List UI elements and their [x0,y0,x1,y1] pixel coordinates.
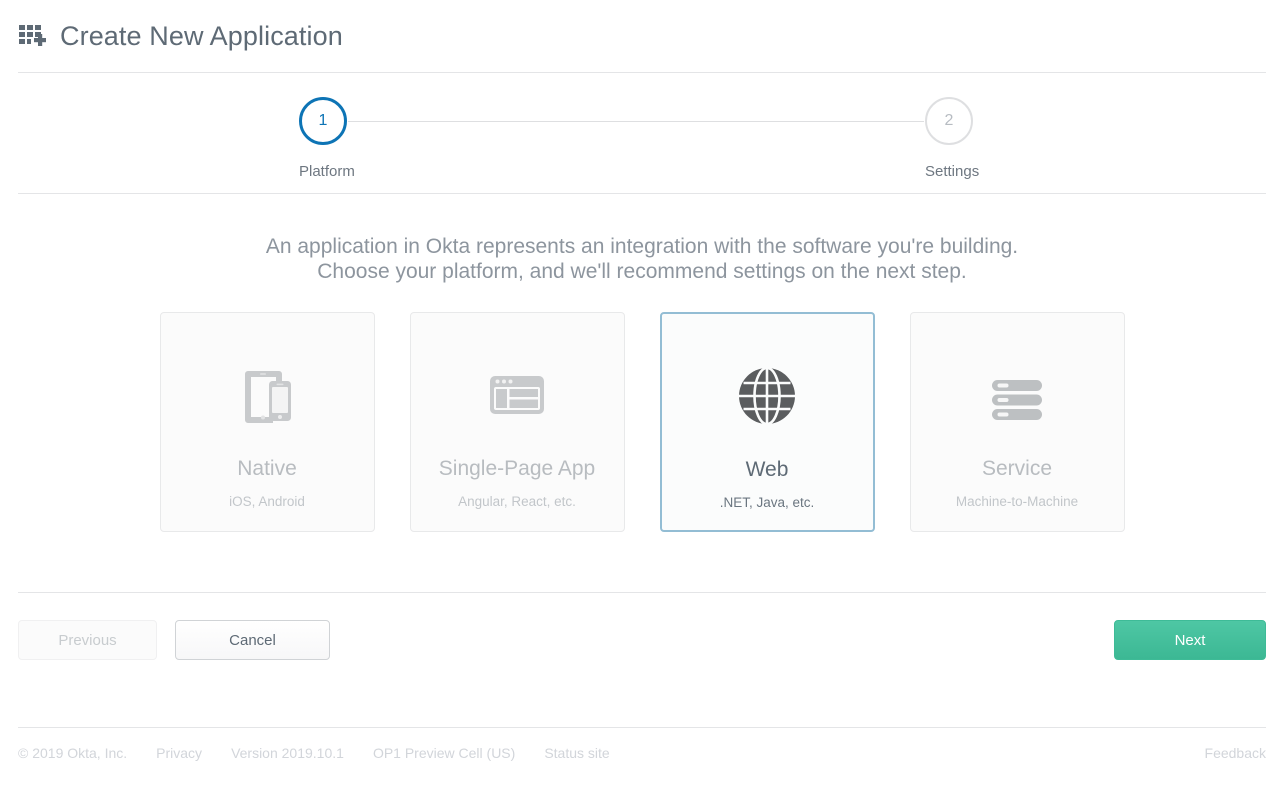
create-new-application-page: Create New Application 1 Platform 2 Sett… [0,0,1284,790]
stepper-connector-line [348,121,924,122]
devices-icon [231,345,303,445]
divider-above-footer [18,727,1266,728]
wizard-button-bar: Previous Cancel Next [0,592,1284,727]
stepper-step-settings[interactable]: 2 Settings [925,97,973,180]
platform-card-title: Web [746,458,789,482]
step-number-circle-2: 2 [925,97,973,145]
footer-link-privacy[interactable]: Privacy [156,745,202,761]
instruction-line-1: An application in Okta represents an int… [0,234,1284,259]
footer-link-feedback[interactable]: Feedback [1205,745,1266,761]
stepper-step-platform[interactable]: 1 Platform [299,97,347,180]
globe-icon [734,346,800,446]
platform-card-single-page-app[interactable]: Single-Page App Angular, React, etc. [410,312,625,532]
step-number-2: 2 [945,112,954,130]
grid-plus-icon [18,22,48,52]
step-label-settings: Settings [925,163,973,180]
step-number-circle-1: 1 [299,97,347,145]
footer-copyright: © 2019 Okta, Inc. [18,745,127,761]
platform-card-subtitle: Machine-to-Machine [956,494,1078,509]
page-header: Create New Application [0,0,1284,72]
instruction-line-2: Choose your platform, and we'll recommen… [0,259,1284,284]
next-button[interactable]: Next [1114,620,1266,660]
footer-version: Version 2019.10.1 [231,745,344,761]
footer-link-status-site[interactable]: Status site [544,745,609,761]
progress-stepper: 1 Platform 2 Settings [0,73,1284,193]
platform-card-title: Single-Page App [439,457,595,481]
platform-card-web[interactable]: Web .NET, Java, etc. [660,312,875,532]
footer-cell: OP1 Preview Cell (US) [373,745,515,761]
platform-card-service[interactable]: Service Machine-to-Machine [910,312,1125,532]
platform-card-native[interactable]: Native iOS, Android [160,312,375,532]
page-footer: © 2019 Okta, Inc. Privacy Version 2019.1… [0,745,1284,790]
step-number-1: 1 [319,112,328,130]
step-label-platform: Platform [299,163,347,180]
platform-card-title: Service [982,457,1052,481]
page-title: Create New Application [60,23,343,50]
cancel-button[interactable]: Cancel [175,620,330,660]
platform-card-subtitle: .NET, Java, etc. [720,495,815,510]
platform-card-title: Native [237,457,297,481]
previous-button[interactable]: Previous [18,620,157,660]
platform-card-list: Native iOS, Android Single-Page App Angu… [0,312,1284,532]
platform-card-subtitle: iOS, Android [229,494,305,509]
browser-window-icon [481,345,553,445]
server-stack-icon [981,345,1053,445]
instruction-text: An application in Okta represents an int… [0,194,1284,284]
platform-card-subtitle: Angular, React, etc. [458,494,576,509]
